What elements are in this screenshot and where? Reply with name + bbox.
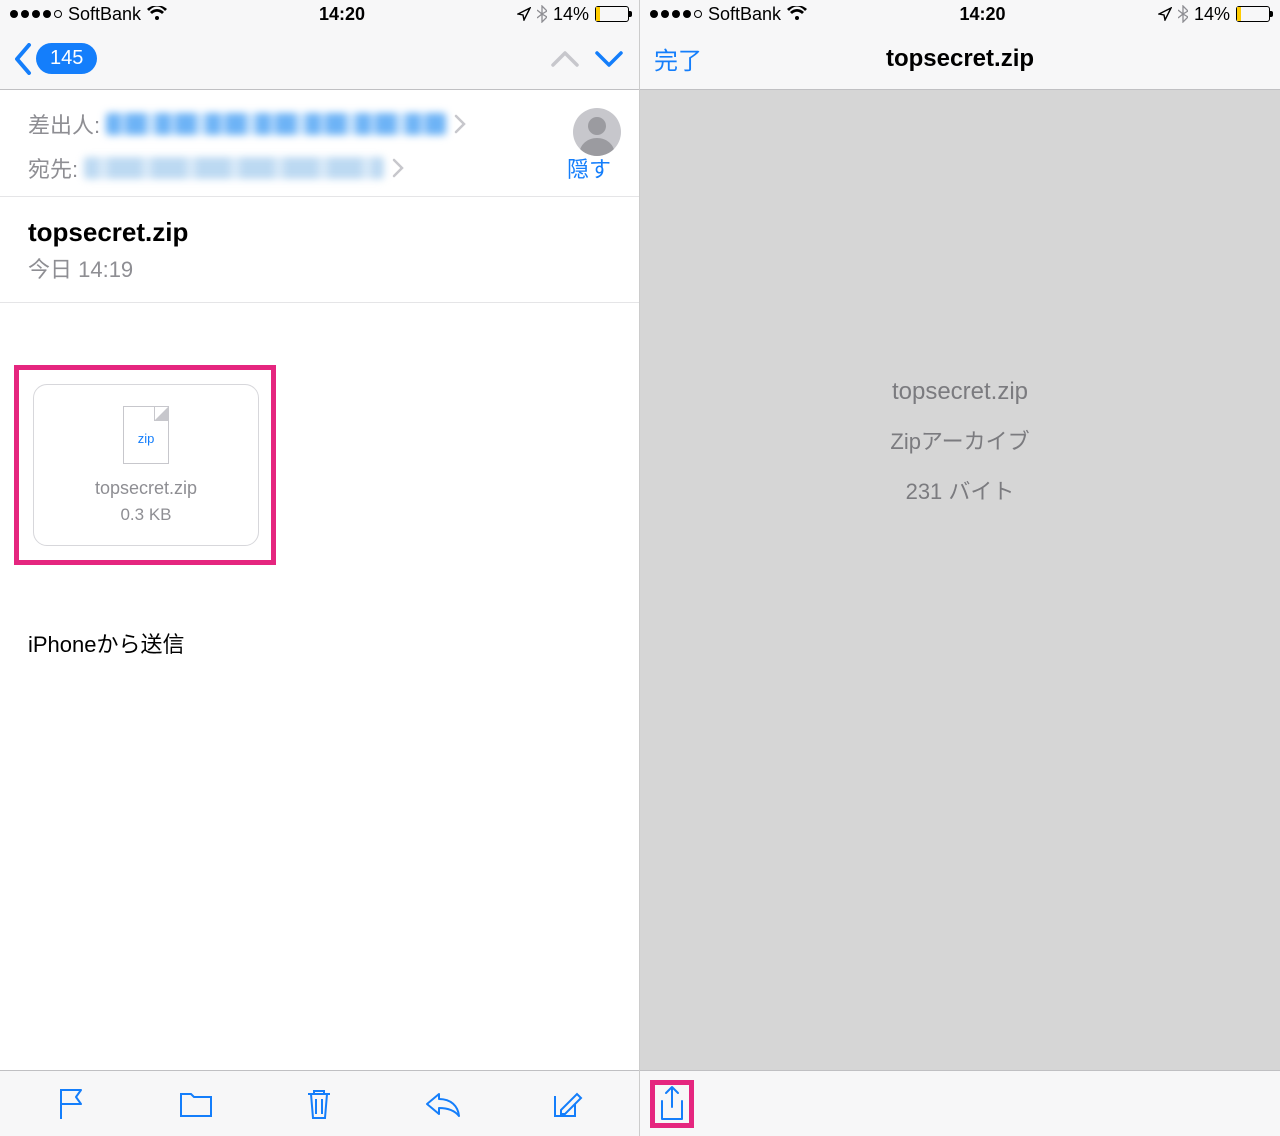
battery-percent: 14% [1194,4,1230,25]
preview-screen: SoftBank 14:20 14% 完了 topsecret.zip tops… [640,0,1280,1136]
attachment-card[interactable]: zip topsecret.zip 0.3 KB [33,384,259,546]
signature: iPhoneから送信 [28,627,185,659]
preview-title: topsecret.zip [886,45,1034,73]
share-highlight [650,1080,694,1128]
wifi-icon [787,6,807,22]
signal-strength-icon [650,10,702,18]
mail-toolbar [0,1070,639,1136]
avatar[interactable] [573,108,621,156]
battery-icon [1236,6,1270,22]
nav-bar: 完了 topsecret.zip [640,28,1280,90]
signal-strength-icon [10,10,62,18]
clock: 14:20 [959,4,1005,25]
attachment-size: 0.3 KB [120,505,171,525]
inbox-count-badge: 145 [36,43,97,74]
from-label: 差出人: [28,108,100,140]
chevron-right-icon [392,158,404,178]
trash-button[interactable] [297,1082,341,1126]
preview-filesize: 231 バイト [906,474,1015,506]
back-button[interactable]: 145 [14,43,97,75]
location-icon [1158,7,1172,21]
preview-area: topsecret.zip Zipアーカイブ 231 バイト [640,90,1280,1070]
preview-filename: topsecret.zip [892,378,1028,406]
mail-body: zip topsecret.zip 0.3 KB iPhoneから送信 [0,303,639,1070]
nav-bar: 145 [0,28,639,90]
mail-screen: SoftBank 14:20 14% 145 [0,0,640,1136]
preview-filetype: Zipアーカイブ [890,424,1029,456]
battery-icon [595,6,629,22]
mail-header: 差出人: 宛先: 隠す [0,90,639,197]
prev-message-button[interactable] [549,48,581,70]
subject-title: topsecret.zip [28,217,611,248]
from-row[interactable]: 差出人: [28,108,611,140]
wifi-icon [147,6,167,22]
to-row[interactable]: 宛先: 隠す [28,152,611,184]
move-button[interactable] [174,1082,218,1126]
location-icon [517,7,531,21]
subject-date: 今日 14:19 [28,252,611,284]
to-label: 宛先: [28,152,78,184]
status-bar: SoftBank 14:20 14% [0,0,639,28]
carrier-label: SoftBank [708,4,781,25]
chevron-right-icon [454,114,466,134]
to-value-redacted [84,157,384,179]
subject-block: topsecret.zip 今日 14:19 [0,197,639,303]
from-value-redacted [106,113,446,135]
bluetooth-icon [1178,5,1188,23]
hide-details-button[interactable]: 隠す [557,152,611,184]
status-bar: SoftBank 14:20 14% [640,0,1280,28]
attachment-highlight: zip topsecret.zip 0.3 KB [14,365,276,565]
clock: 14:20 [319,4,365,25]
attachment-name: topsecret.zip [95,478,197,499]
preview-toolbar [640,1070,1280,1136]
share-button[interactable] [657,1085,687,1123]
battery-percent: 14% [553,4,589,25]
flag-button[interactable] [50,1082,94,1126]
bluetooth-icon [537,5,547,23]
reply-button[interactable] [421,1082,465,1126]
carrier-label: SoftBank [68,4,141,25]
file-icon: zip [123,406,169,464]
done-button[interactable]: 完了 [654,41,702,76]
file-ext: zip [138,431,155,446]
next-message-button[interactable] [593,48,625,70]
compose-button[interactable] [545,1082,589,1126]
